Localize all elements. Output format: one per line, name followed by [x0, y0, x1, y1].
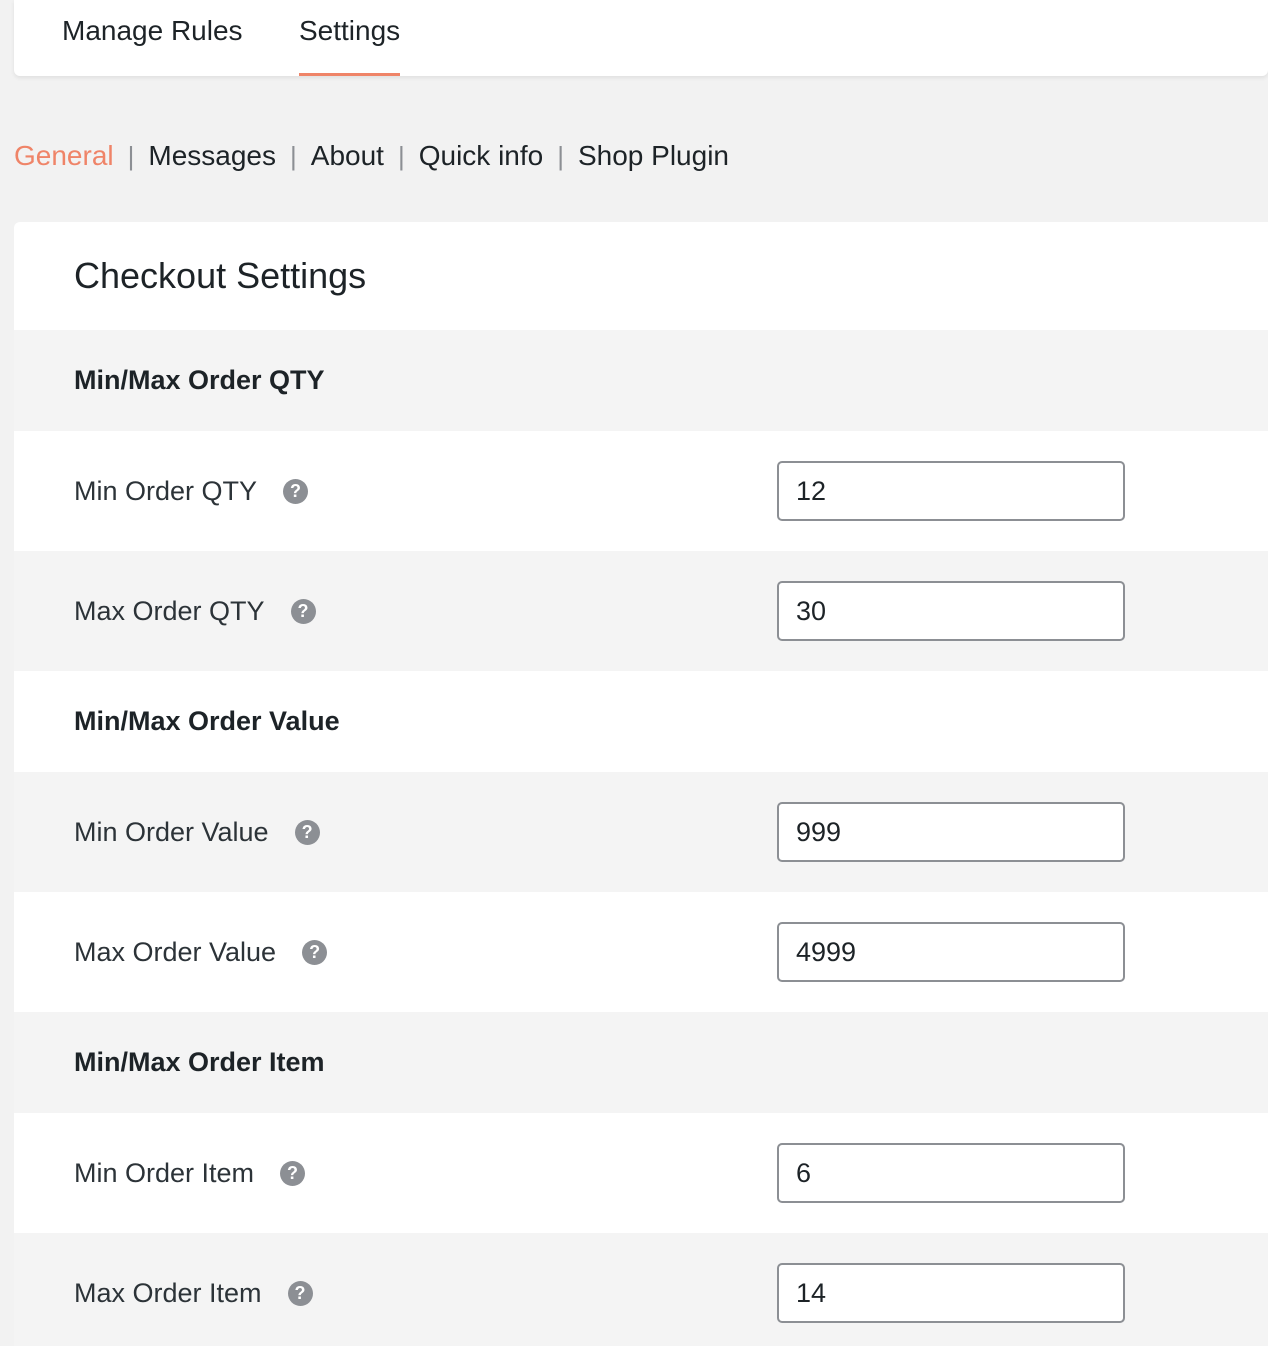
settings-subnav: General | Messages | About | Quick info …: [14, 132, 729, 180]
field-row-max-order-item: Max Order Item ?: [14, 1233, 1268, 1346]
help-icon[interactable]: ?: [287, 1280, 313, 1306]
field-row-min-order-qty: Min Order QTY ?: [14, 431, 1268, 551]
help-icon[interactable]: ?: [302, 939, 328, 965]
section-heading: Min/Max Order QTY: [74, 365, 325, 395]
min-order-value-input[interactable]: [777, 802, 1125, 862]
subnav-separator: |: [397, 140, 405, 171]
field-row-max-order-value: Max Order Value ?: [14, 892, 1268, 1012]
field-label: Max Order Item: [74, 1277, 262, 1308]
max-order-qty-input[interactable]: [777, 581, 1125, 641]
subnav-separator: |: [557, 140, 564, 171]
field-row-max-order-qty: Max Order QTY ?: [14, 551, 1268, 671]
help-icon[interactable]: ?: [294, 819, 320, 845]
subnav-about[interactable]: About: [311, 140, 384, 172]
field-row-min-order-value: Min Order Value ?: [14, 772, 1268, 892]
section-heading: Min/Max Order Value: [74, 706, 340, 736]
field-label: Max Order QTY: [74, 595, 265, 626]
subnav-separator: |: [127, 140, 135, 171]
min-order-qty-input[interactable]: [777, 461, 1125, 521]
subnav-separator: |: [290, 140, 297, 171]
field-label: Max Order Value: [74, 936, 277, 967]
help-icon[interactable]: ?: [283, 478, 309, 504]
section-order-item: Min/Max Order Item: [14, 1012, 1268, 1113]
min-order-item-input[interactable]: [777, 1143, 1125, 1203]
subnav-general[interactable]: General: [14, 140, 114, 172]
section-heading: Min/Max Order Item: [74, 1047, 325, 1077]
help-icon[interactable]: ?: [290, 598, 316, 624]
help-icon[interactable]: ?: [280, 1160, 306, 1186]
subnav-shop-plugin[interactable]: Shop Plugin: [578, 140, 729, 172]
max-order-value-input[interactable]: [777, 922, 1125, 982]
max-order-item-input[interactable]: [777, 1263, 1125, 1323]
subnav-quick-info[interactable]: Quick info: [419, 140, 544, 172]
field-label: Min Order Item: [74, 1157, 255, 1188]
section-order-qty: Min/Max Order QTY: [14, 330, 1268, 431]
top-tab-bar: Manage Rules Settings: [14, 0, 1268, 76]
panel-title: Checkout Settings: [74, 255, 367, 296]
field-label: Min Order Value: [74, 816, 269, 847]
subnav-messages[interactable]: Messages: [148, 140, 276, 172]
field-row-min-order-item: Min Order Item ?: [14, 1113, 1268, 1233]
section-order-value: Min/Max Order Value: [14, 671, 1268, 772]
checkout-settings-panel: Checkout Settings Min/Max Order QTY Min …: [14, 222, 1268, 1346]
field-label: Min Order QTY: [74, 475, 258, 506]
tab-settings[interactable]: Settings: [299, 0, 401, 76]
tab-manage-rules[interactable]: Manage Rules: [62, 0, 243, 76]
